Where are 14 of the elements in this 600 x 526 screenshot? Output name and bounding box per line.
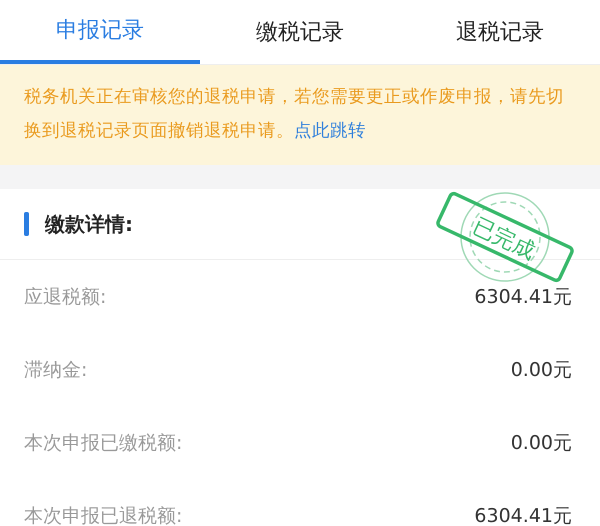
tab[interactable]: 缴税记录 (200, 0, 400, 64)
jump-link[interactable]: 点此跳转 (294, 121, 366, 141)
section-marker (24, 212, 29, 236)
field-label: 应退税额: (24, 284, 106, 310)
notice-text: 税务机关正在审核您的退税申请，若您需要更正或作废申报，请先切换到退税记录页面撤销退税申请。点此跳转 (24, 87, 564, 141)
field-value: 6304.41元 (474, 284, 572, 310)
field-value: 0.00元 (510, 430, 572, 456)
field-label: 滞纳金: (24, 358, 88, 382)
tab[interactable]: 退税记录 (400, 0, 600, 64)
field-label: 本次申报已退税额: (24, 504, 182, 526)
field-value: 0.00元 (510, 358, 572, 382)
field-value: 6304.41元 (474, 504, 572, 526)
field-label: 本次申报已缴税额: (24, 430, 182, 456)
section-title: 缴款详情: (45, 210, 133, 238)
